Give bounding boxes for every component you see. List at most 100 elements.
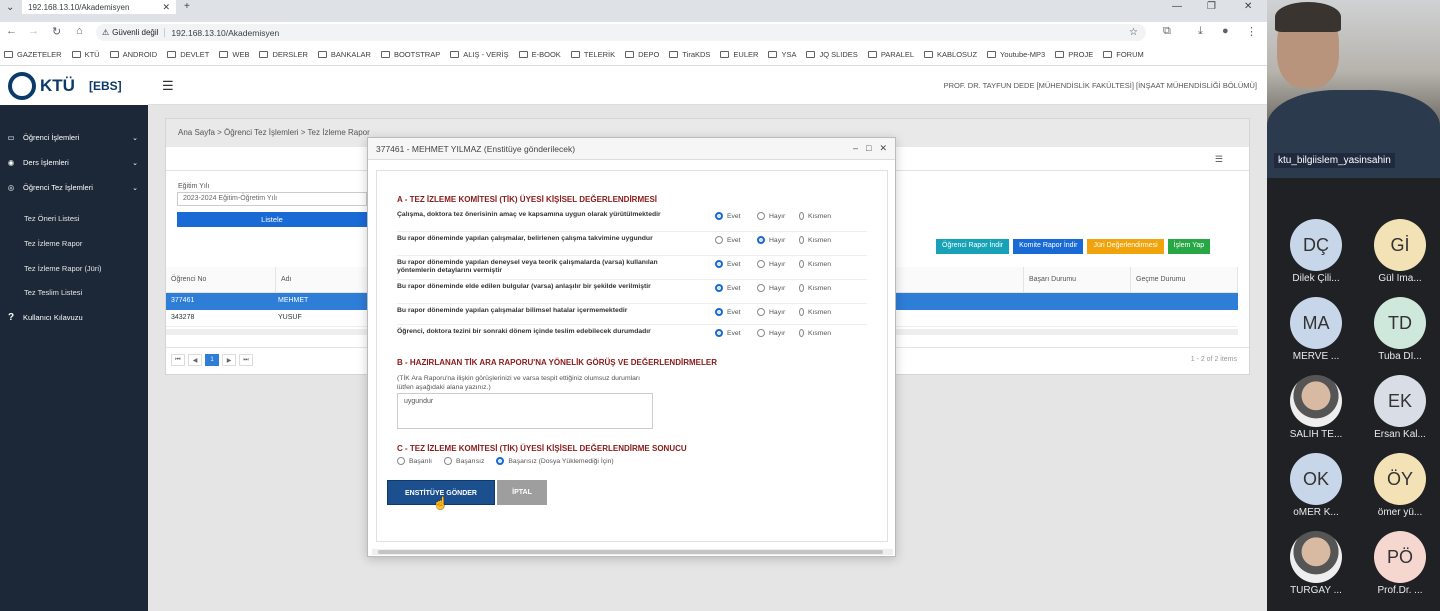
comment-textarea[interactable]: uygundur	[397, 393, 653, 429]
option-radio[interactable]: Evet	[715, 212, 747, 220]
action-button-0[interactable]: Öğrenci Rapor İndir	[936, 239, 1010, 254]
bookmark-item[interactable]: ALIŞ - VERİŞ	[450, 50, 509, 59]
bookmark-item[interactable]: E-BOOK	[518, 50, 561, 59]
bookmark-item[interactable]: PROJE	[1055, 50, 1093, 59]
result-radio[interactable]: Başarısız	[444, 457, 484, 465]
participant-tile[interactable]: Gİ Gül İma...	[1357, 219, 1440, 297]
back-icon[interactable]: ←	[6, 25, 17, 37]
radio-icon[interactable]	[799, 260, 804, 268]
bookmark-item[interactable]: PARALEL	[867, 50, 914, 59]
year-select[interactable]: 2023-2024 Eğitim-Öğretim Yılı	[177, 192, 367, 206]
radio-icon[interactable]	[715, 212, 723, 220]
minimize-dialog-icon[interactable]: –	[853, 143, 858, 154]
browser-tab[interactable]: 192.168.13.10/Akademisyen ✕	[22, 0, 176, 14]
home-icon[interactable]: ⌂	[76, 25, 83, 37]
radio-icon[interactable]	[444, 457, 453, 465]
radio-icon[interactable]	[757, 236, 765, 244]
radio-icon[interactable]	[715, 308, 723, 316]
radio-icon[interactable]	[757, 212, 765, 220]
tab-search-icon[interactable]: ⌄	[6, 2, 14, 13]
first-page-icon[interactable]: ⏮	[171, 354, 185, 366]
option-radio[interactable]: Hayır	[757, 260, 789, 268]
option-radio[interactable]: Kısmen	[799, 212, 831, 220]
result-radio[interactable]: Başarısız (Dosya Yüklemediği İçin)	[496, 457, 614, 465]
action-button-1[interactable]: Komite Rapor İndir	[1013, 239, 1084, 254]
option-radio[interactable]: Evet	[715, 329, 747, 337]
sidebar-sub-tez-izleme-juri[interactable]: Tez İzleme Rapor (Jüri)	[24, 264, 102, 273]
bookmark-item[interactable]: GAZETELER	[4, 50, 62, 59]
bookmark-item[interactable]: BOOTSTRAP	[380, 50, 440, 59]
col-header-gecme[interactable]: Geçme Durumu	[1131, 267, 1238, 293]
radio-icon[interactable]	[715, 284, 723, 292]
bookmark-item[interactable]: TiraKDS	[669, 50, 710, 59]
star-icon[interactable]: ☆	[1129, 27, 1138, 38]
close-tab-icon[interactable]: ✕	[162, 2, 170, 13]
restore-icon[interactable]: ❐	[1207, 1, 1216, 12]
radio-icon[interactable]	[715, 260, 723, 268]
radio-icon[interactable]	[397, 457, 405, 465]
radio-icon[interactable]	[757, 260, 765, 268]
result-radio[interactable]: Başarılı	[397, 457, 432, 465]
participant-tile[interactable]: EK Ersan Kal...	[1357, 375, 1440, 453]
option-radio[interactable]: Kısmen	[799, 329, 831, 337]
bookmark-item[interactable]: EULER	[720, 50, 758, 59]
list-button[interactable]: Listele	[177, 212, 367, 227]
ktu-logo[interactable]: KTÜ [EBS]	[0, 66, 148, 105]
minimize-icon[interactable]: —	[1172, 1, 1182, 12]
radio-icon[interactable]	[715, 236, 723, 244]
sidebar-item-ogrenci-islemleri[interactable]: ▭ Öğrenci İşlemleri ⌄	[0, 133, 148, 142]
next-page-icon[interactable]: ▶	[222, 354, 236, 366]
participant-tile[interactable]: OK oMER K...	[1273, 453, 1359, 531]
radio-icon[interactable]	[799, 236, 804, 244]
participant-tile[interactable]: PÖ Prof.Dr. ...	[1357, 531, 1440, 609]
option-radio[interactable]: Hayır	[757, 236, 789, 244]
radio-icon[interactable]	[757, 329, 765, 337]
option-radio[interactable]: Evet	[715, 236, 747, 244]
bookmark-item[interactable]: YSA	[768, 50, 796, 59]
option-radio[interactable]: Kısmen	[799, 308, 831, 316]
sidebar-item-kilavuz[interactable]: ? Kullanıcı Kılavuzu	[0, 312, 148, 323]
radio-icon[interactable]	[496, 457, 505, 465]
participant-tile[interactable]: ÖY ömer yü...	[1357, 453, 1440, 531]
sidebar-sub-tez-teslim[interactable]: Tez Teslim Listesi	[24, 288, 82, 297]
radio-icon[interactable]	[799, 284, 804, 292]
option-radio[interactable]: Evet	[715, 260, 747, 268]
radio-icon[interactable]	[799, 308, 804, 316]
bookmark-item[interactable]: DEPO	[625, 50, 659, 59]
col-header-basari[interactable]: Başarı Durumu	[1024, 267, 1131, 293]
download-icon[interactable]: ⤓	[1198, 25, 1203, 38]
security-indicator[interactable]: ⚠ Güvenli değil	[102, 28, 166, 37]
participant-tile[interactable]: SALİH TE...	[1273, 375, 1359, 453]
sidebar-item-ders-islemleri[interactable]: ◉ Ders İşlemleri ⌄	[0, 158, 148, 167]
reload-icon[interactable]: ↻	[52, 25, 61, 38]
radio-icon[interactable]	[757, 308, 765, 316]
radio-icon[interactable]	[799, 212, 804, 220]
option-radio[interactable]: Evet	[715, 308, 747, 316]
dialog-scrollbar[interactable]	[372, 549, 893, 555]
page-number[interactable]: 1	[205, 354, 219, 366]
participant-tile[interactable]: TURGAY ...	[1273, 531, 1359, 609]
action-button-3[interactable]: İşlem Yap	[1167, 239, 1211, 254]
option-radio[interactable]: Hayır	[757, 308, 789, 316]
bookmark-item[interactable]: Youtube-MP3	[987, 50, 1045, 59]
prev-page-icon[interactable]: ◀	[188, 354, 202, 366]
action-button-2[interactable]: Jüri Değerlendirmesi	[1087, 239, 1164, 254]
option-radio[interactable]: Hayır	[757, 212, 789, 220]
bookmark-item[interactable]: TELERİK	[570, 50, 615, 59]
bookmark-item[interactable]: KTÜ	[71, 50, 100, 59]
option-radio[interactable]: Kısmen	[799, 260, 831, 268]
list-menu-icon[interactable]: ☰	[1215, 154, 1223, 165]
bookmark-item[interactable]: JQ SLIDES	[806, 50, 858, 59]
option-radio[interactable]: Hayır	[757, 284, 789, 292]
bookmark-item[interactable]: BANKALAR	[317, 50, 371, 59]
profile-icon[interactable]: ●	[1222, 25, 1229, 37]
bookmark-item[interactable]: FORUM	[1103, 50, 1144, 59]
extensions-icon[interactable]: ⧉	[1163, 25, 1171, 38]
sidebar-sub-tez-oneri[interactable]: Tez Öneri Listesi	[24, 214, 79, 223]
forward-icon[interactable]: →	[28, 25, 39, 37]
col-header-no[interactable]: Öğrenci No	[166, 267, 276, 293]
option-radio[interactable]: Evet	[715, 284, 747, 292]
option-radio[interactable]: Hayır	[757, 329, 789, 337]
last-page-icon[interactable]: ⏭	[239, 354, 253, 366]
radio-icon[interactable]	[757, 284, 765, 292]
